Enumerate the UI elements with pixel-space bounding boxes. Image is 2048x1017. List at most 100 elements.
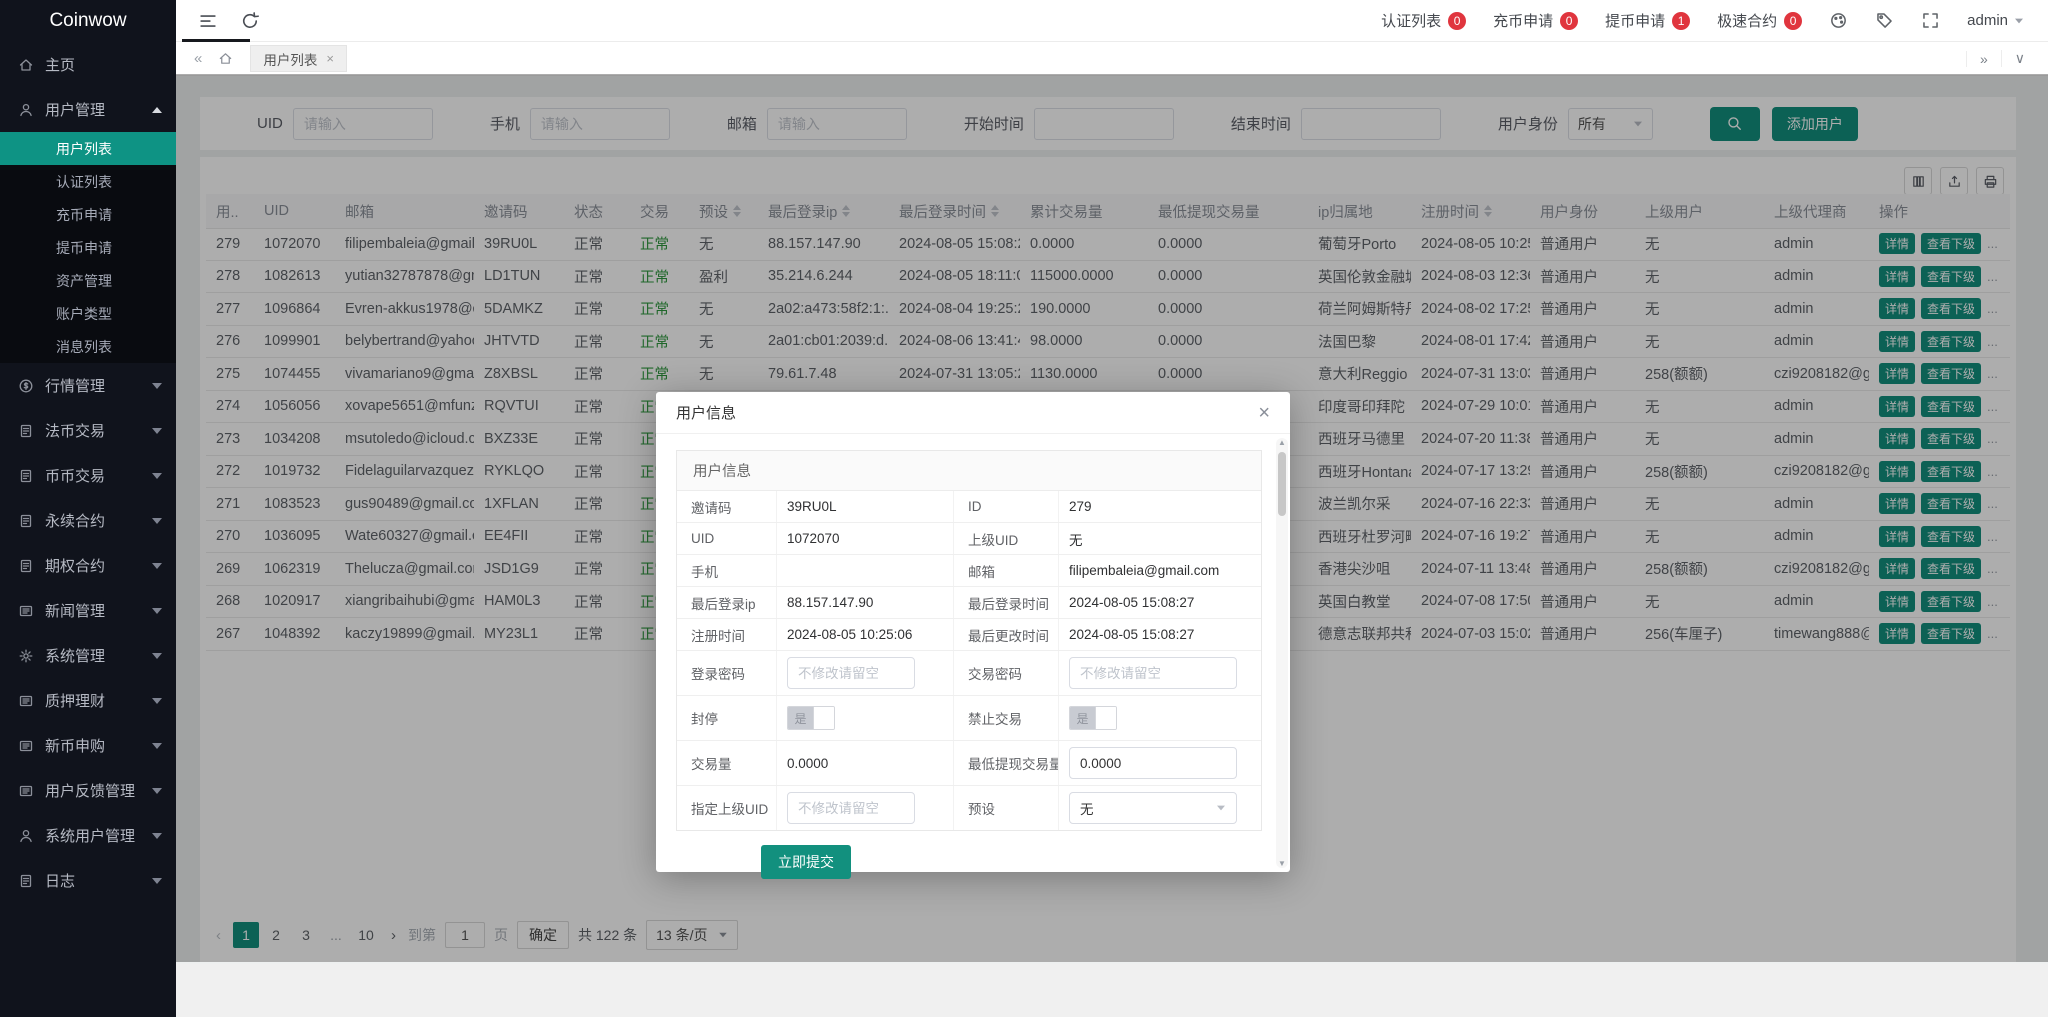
- sidebar-item-label: 系统用户管理: [45, 828, 136, 845]
- tag-icon[interactable]: [1875, 11, 1894, 30]
- input-最低提现交易量[interactable]: [1069, 747, 1237, 779]
- sidebar-item-label: 新币申购: [45, 738, 106, 755]
- field-value-上级UID: 无: [1069, 532, 1083, 548]
- field-value-最后登录时间: 2024-08-05 15:08:27: [1069, 595, 1195, 610]
- sidebar-item-label: 主页: [45, 57, 76, 74]
- form-row: UID 1072070 上级UID 无: [677, 523, 1261, 555]
- fullscreen-icon[interactable]: [1921, 11, 1940, 30]
- sidebar-item-主页[interactable]: 主页: [0, 42, 176, 87]
- form-row: 封停是禁止交易是: [677, 696, 1261, 741]
- sidebar-item-用户管理[interactable]: 用户管理: [0, 87, 176, 132]
- input-交易密码[interactable]: [1069, 657, 1237, 689]
- sidebar-item-行情管理[interactable]: 行情管理: [0, 363, 176, 408]
- form-row: 邀请码 39RU0L ID 279: [677, 491, 1261, 523]
- sidebar-item-期权合约[interactable]: 期权合约: [0, 543, 176, 588]
- header-link-提币申请[interactable]: 提币申请 1: [1605, 10, 1691, 31]
- field-value-指定上级UID: [777, 786, 954, 830]
- sidebar: Coinwow 主页用户管理 用户列表 认证列表 充币申请 提币申请 资产管理 账户类型 消息…: [0, 0, 176, 1017]
- field-value-邮箱: filipembaleia@gmail.com: [1069, 563, 1220, 578]
- close-icon[interactable]: ×: [1258, 403, 1270, 423]
- field-value-ID: 279: [1069, 499, 1092, 514]
- field-value-交易密码: [1059, 651, 1261, 695]
- tab-label: 用户列表: [263, 52, 318, 68]
- sidebar-item-用户反馈管理[interactable]: 用户反馈管理: [0, 768, 176, 813]
- sidebar-item-法币交易[interactable]: 法币交易: [0, 408, 176, 453]
- tabbar-right: » ∨: [1965, 50, 2038, 67]
- user-icon: [18, 828, 34, 844]
- refresh-icon[interactable]: [240, 11, 260, 31]
- toggle-state-label: 是: [1070, 707, 1095, 729]
- caret-down-icon: [152, 787, 162, 794]
- sidebar-subitem-账户类型[interactable]: 账户类型: [0, 297, 176, 330]
- field-value-封停: 是: [777, 696, 954, 740]
- tabs-collapse-icon[interactable]: ∨: [2000, 50, 2038, 67]
- sidebar-item-label: 系统管理: [45, 648, 106, 665]
- header-link-label: 极速合约: [1717, 13, 1778, 30]
- sidebar-item-日志[interactable]: 日志: [0, 858, 176, 903]
- sidebar-item-label: 新闻管理: [45, 603, 106, 620]
- brand-logo: Coinwow: [49, 10, 127, 31]
- toggle-state-label: 是: [788, 707, 813, 729]
- tab-user-list[interactable]: 用户列表 ×: [250, 45, 347, 72]
- modal-scrollbar[interactable]: ▲ ▼: [1276, 438, 1288, 868]
- home-tab-icon[interactable]: [210, 51, 240, 66]
- field-value-预设: 无: [1059, 786, 1261, 830]
- sidebar-subitem-消息列表[interactable]: 消息列表: [0, 330, 176, 363]
- toggle-禁止交易[interactable]: 是: [1069, 706, 1117, 730]
- scrollbar-thumb[interactable]: [1278, 452, 1286, 516]
- sidebar-subitem-用户列表[interactable]: 用户列表: [0, 132, 176, 165]
- field-value-最后登录ip: 88.157.147.90: [777, 587, 954, 618]
- tab-close-icon[interactable]: ×: [326, 51, 334, 66]
- palette-icon[interactable]: [1829, 11, 1848, 30]
- sidebar-subitem-提币申请[interactable]: 提币申请: [0, 231, 176, 264]
- input-登录密码[interactable]: [787, 657, 915, 689]
- sidebar-subitem-资产管理[interactable]: 资产管理: [0, 264, 176, 297]
- scroll-down-icon[interactable]: ▼: [1276, 859, 1288, 868]
- chevron-down-icon: [2015, 18, 2023, 23]
- sidebar-subitem-充币申请[interactable]: 充币申请: [0, 198, 176, 231]
- form-row: 最后登录ip 88.157.147.90 最后登录时间 2024-08-05 15:0…: [677, 587, 1261, 619]
- toggle-knob: [813, 707, 834, 729]
- sidebar-item-新闻管理[interactable]: 新闻管理: [0, 588, 176, 633]
- tabbar: « 用户列表 × » ∨: [176, 42, 2048, 76]
- menu-toggle-icon[interactable]: [198, 11, 218, 31]
- header-link-极速合约[interactable]: 极速合约 0: [1717, 10, 1803, 31]
- tabs-scroll-left-icon[interactable]: «: [186, 50, 210, 67]
- bottom-strip: [176, 964, 2048, 1017]
- sidebar-item-币币交易[interactable]: 币币交易: [0, 453, 176, 498]
- badge-count: 0: [1784, 11, 1803, 30]
- header-link-label: 充币申请: [1493, 13, 1554, 30]
- sidebar-item-label: 质押理财: [45, 693, 106, 710]
- sidebar-item-label: 币币交易: [45, 468, 106, 485]
- input-指定上级UID[interactable]: [787, 792, 915, 824]
- submit-button[interactable]: 立即提交: [761, 845, 851, 879]
- tabs-more-icon[interactable]: »: [1965, 50, 2001, 67]
- admin-menu[interactable]: admin: [1967, 12, 2024, 29]
- caret-down-icon: [152, 697, 162, 704]
- scroll-up-icon[interactable]: ▲: [1276, 438, 1288, 447]
- badge-count: 1: [1672, 11, 1691, 30]
- field-value-手机: [777, 555, 954, 586]
- sidebar-item-系统用户管理[interactable]: 系统用户管理: [0, 813, 176, 858]
- topbar: 认证列表 0 充币申请 0 提币申请 1 极速合约 0 admin: [176, 0, 2048, 42]
- caret-down-icon: [152, 382, 162, 389]
- form-row: 交易量 0.0000 最低提现交易量: [677, 741, 1261, 786]
- sidebar-item-新币申购[interactable]: 新币申购: [0, 723, 176, 768]
- header-link-认证列表[interactable]: 认证列表 0: [1381, 10, 1467, 31]
- header-link-充币申请[interactable]: 充币申请 0: [1493, 10, 1579, 31]
- field-label-UID: UID: [677, 523, 777, 554]
- sidebar-subitem-认证列表[interactable]: 认证列表: [0, 165, 176, 198]
- caret-down-icon: [152, 742, 162, 749]
- sidebar-item-质押理财[interactable]: 质押理财: [0, 678, 176, 723]
- field-label-交易量: 交易量: [677, 741, 777, 785]
- field-label-封停: 封停: [677, 696, 777, 740]
- sidebar-item-label: 期权合约: [45, 558, 106, 575]
- field-value-UID: 1072070: [777, 523, 954, 554]
- sidebar-item-系统管理[interactable]: 系统管理: [0, 633, 176, 678]
- field-label-最后更改时间: 最后更改时间: [954, 619, 1059, 650]
- select-预设[interactable]: 无: [1069, 792, 1237, 824]
- caret-up-icon: [152, 106, 162, 113]
- toggle-封停[interactable]: 是: [787, 706, 835, 730]
- sidebar-item-永续合约[interactable]: 永续合约: [0, 498, 176, 543]
- sidebar-item-label: 法币交易: [45, 423, 106, 440]
